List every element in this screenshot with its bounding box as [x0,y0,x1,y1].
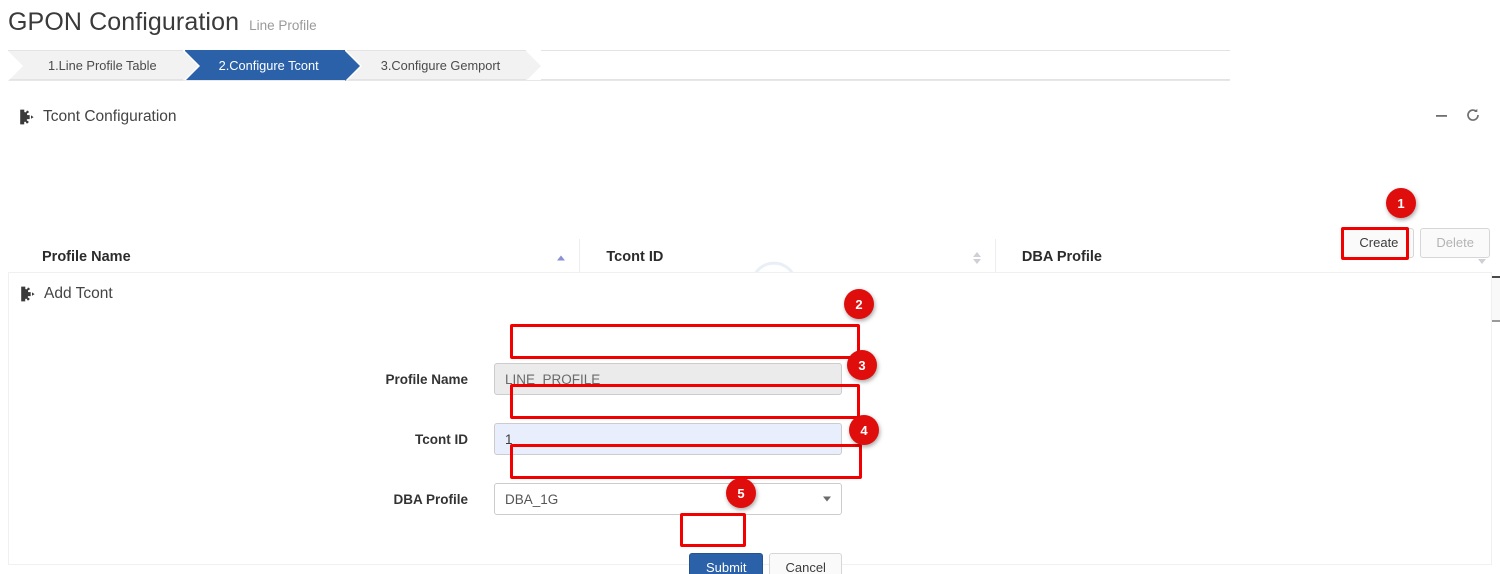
column-header-profile-name-label: Profile Name [42,249,131,265]
puzzle-icon [17,286,35,303]
label-tcont-id: Tcont ID [9,432,494,447]
puzzle-icon [16,109,34,126]
page-subtitle: Line Profile [249,18,317,33]
tcont-panel-title: Tcont Configuration [43,108,177,126]
dba-profile-select[interactable]: DBA_1G [494,483,842,515]
profile-name-input[interactable] [494,363,842,395]
label-profile-name: Profile Name [9,372,494,387]
dba-profile-field-wrap: DBA_1G [494,483,842,515]
tcont-id-field-wrap [494,423,842,455]
delete-button[interactable]: Delete [1420,228,1490,258]
cancel-button[interactable]: Cancel [769,553,841,574]
profile-name-field-wrap [494,363,842,395]
wizard-step-2[interactable]: 2.Configure Tcont [185,50,345,80]
wizard-steps: 1.Line Profile Table 2.Configure Tcont 3… [8,50,1230,81]
form-row-dba-profile: DBA Profile DBA_1G [9,483,1491,515]
tcont-panel-tools [1435,108,1480,122]
sort-ascending-icon [557,255,565,260]
page-header: GPON Configuration Line Profile [8,8,317,37]
submit-button[interactable]: Submit [689,553,763,574]
sort-none-icon [973,252,981,264]
add-tcont-panel: Add Tcont Profile Name Tcont ID DBA Prof… [8,272,1492,565]
add-tcont-panel-header: Add Tcont [9,273,1491,315]
wizard-step-3-label: 3.Configure Gemport [381,58,501,73]
tcont-panel-header: Tcont Configuration [8,96,1492,138]
wizard-step-3[interactable]: 3.Configure Gemport [347,50,527,80]
minimize-icon[interactable] [1435,109,1448,122]
column-header-tcont-id-label: Tcont ID [606,249,663,265]
wizard-step-1-label: 1.Line Profile Table [48,58,157,73]
add-tcont-panel-title: Add Tcont [44,285,113,303]
page-title: GPON Configuration [8,8,239,37]
wizard-step-2-label: 2.Configure Tcont [219,58,319,73]
page-root: GPON Configuration Line Profile 1.Line P… [0,0,1500,574]
wizard-step-1[interactable]: 1.Line Profile Table [8,50,183,80]
form-row-profile-name: Profile Name [9,363,1491,395]
form-buttons: Submit Cancel [9,553,1491,574]
refresh-icon[interactable] [1466,108,1480,122]
column-header-dba-profile-label: DBA Profile [1022,249,1102,265]
create-button[interactable]: Create [1343,228,1414,258]
table-action-buttons: Create Delete [1343,228,1490,258]
wizard-spacer [541,50,1230,80]
tcont-configuration-panel: Tcont Configuration [8,96,1492,263]
label-dba-profile: DBA Profile [9,492,494,507]
tcont-id-input[interactable] [494,423,842,455]
add-tcont-form: Profile Name Tcont ID DBA Profile DBA_1G [9,315,1491,359]
form-row-tcont-id: Tcont ID [9,423,1491,455]
